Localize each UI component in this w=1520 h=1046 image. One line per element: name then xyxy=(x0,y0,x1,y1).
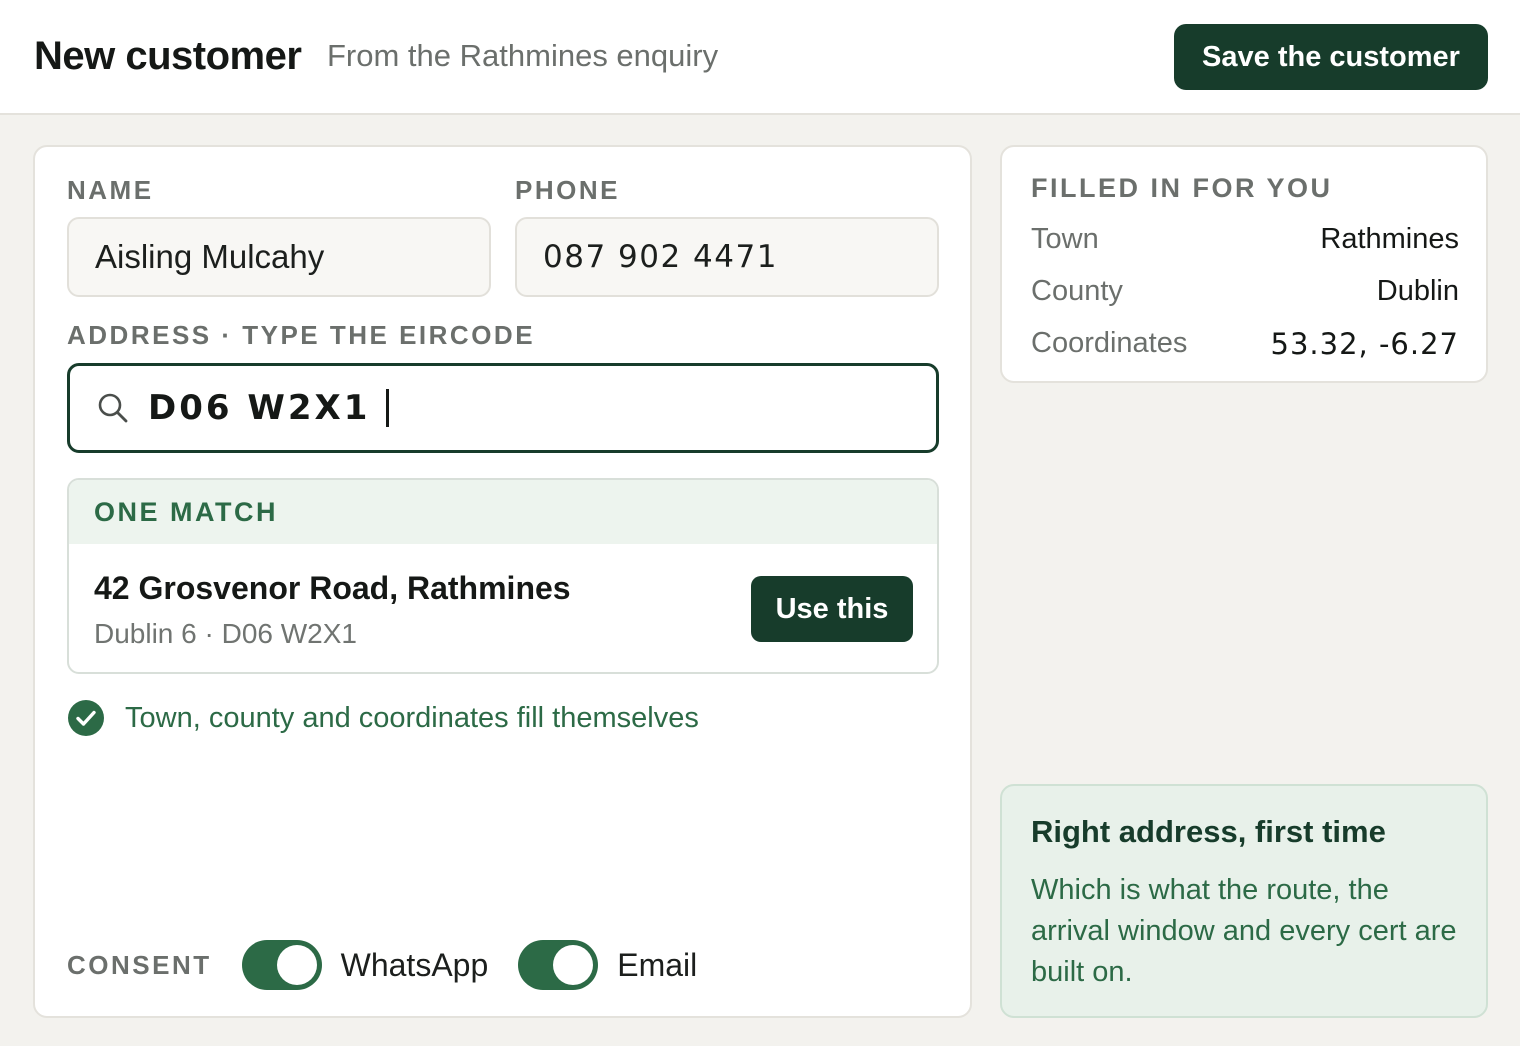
consent-label: CONSENT xyxy=(67,949,212,980)
town-key: Town xyxy=(1031,223,1099,255)
filled-in-card: FILLED IN FOR YOU Town Rathmines County … xyxy=(1000,145,1488,383)
name-value: Aisling Mulcahy xyxy=(95,238,325,275)
autofill-note: Town, county and coordinates fill themse… xyxy=(67,699,699,737)
tip-body: Which is what the route, the arrival win… xyxy=(1031,874,1457,988)
coordinates-row: Coordinates 53.32, -6.27 xyxy=(1031,327,1459,361)
name-label: NAME xyxy=(67,175,154,205)
phone-field[interactable]: 087 902 4471 xyxy=(515,217,939,297)
email-toggle[interactable] xyxy=(518,940,599,990)
search-icon xyxy=(98,393,128,423)
address-label: ADDRESS · TYPE THE EIRCODE xyxy=(67,320,536,350)
match-heading: ONE MATCH xyxy=(69,480,937,544)
filled-in-title: FILLED IN FOR YOU xyxy=(1031,173,1333,203)
tip-title: Right address, first time xyxy=(1031,814,1386,849)
eircode-value: D06 W2X1 xyxy=(148,388,371,428)
use-this-button[interactable]: Use this xyxy=(751,576,913,642)
address-match-panel: ONE MATCH 42 Grosvenor Road, Rathmines D… xyxy=(67,478,939,674)
toggle-knob xyxy=(553,945,594,985)
match-detail: Dublin 6 · D06 W2X1 xyxy=(94,618,358,649)
toggle-knob xyxy=(276,945,317,985)
customer-form-card: NAME Aisling Mulcahy PHONE 087 902 4471 … xyxy=(33,145,972,1018)
save-customer-button[interactable]: Save the customer xyxy=(1174,24,1488,90)
eircode-search-input[interactable]: D06 W2X1 xyxy=(67,363,939,453)
county-key: County xyxy=(1031,275,1123,307)
page-title: New customer xyxy=(34,34,302,78)
town-row: Town Rathmines xyxy=(1031,223,1459,256)
town-value: Rathmines xyxy=(1320,223,1459,255)
coordinates-key: Coordinates xyxy=(1031,327,1188,359)
phone-label: PHONE xyxy=(515,175,620,205)
consent-row: CONSENT WhatsApp Email xyxy=(67,939,697,991)
name-field[interactable]: Aisling Mulcahy xyxy=(67,217,491,297)
match-street: 42 Grosvenor Road, Rathmines xyxy=(94,570,571,606)
tip-card: Right address, first time Which is what … xyxy=(1000,784,1488,1018)
county-row: County Dublin xyxy=(1031,275,1459,308)
email-label: Email xyxy=(617,946,698,983)
autofill-note-text: Town, county and coordinates fill themse… xyxy=(125,701,699,734)
county-value: Dublin xyxy=(1376,275,1459,307)
whatsapp-label: WhatsApp xyxy=(340,946,489,983)
text-caret xyxy=(386,389,390,427)
phone-value: 087 902 4471 xyxy=(543,239,778,275)
check-circle-icon xyxy=(68,700,104,736)
whatsapp-toggle[interactable] xyxy=(241,940,322,990)
top-bar: New customer From the Rathmines enquiry … xyxy=(0,0,1520,115)
coordinates-value: 53.32, -6.27 xyxy=(1270,327,1459,361)
page-subtitle: From the Rathmines enquiry xyxy=(327,38,719,73)
